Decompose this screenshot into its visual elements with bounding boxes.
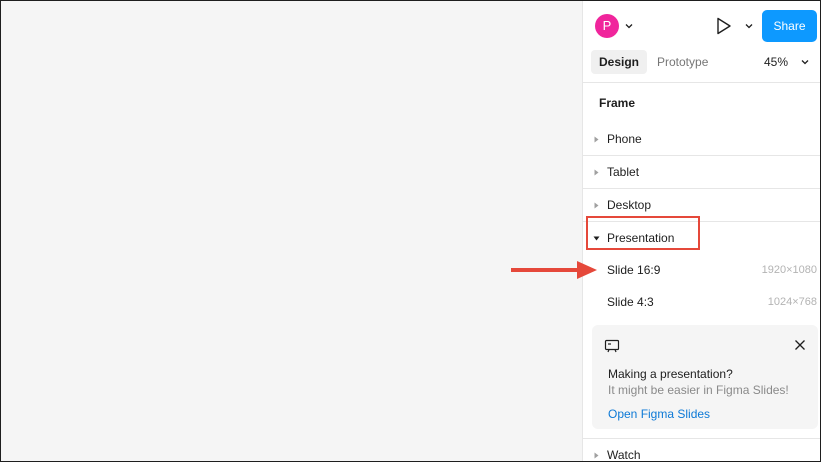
preset-label: Slide 16:9 <box>607 263 661 277</box>
open-figma-slides-link[interactable]: Open Figma Slides <box>608 407 710 421</box>
preset-slide-16-9[interactable]: Slide 16:9 1920×1080 <box>583 254 820 287</box>
caret-right-icon <box>592 439 600 461</box>
annotation-arrow <box>511 261 597 279</box>
preset-label: Slide 4:3 <box>607 295 654 309</box>
app-window: P Share Design Prototype 45% Frame Phone… <box>0 0 821 462</box>
zoom-level[interactable]: 45% <box>764 50 788 74</box>
section-title-frame: Frame <box>599 96 636 110</box>
preset-group-label: Tablet <box>607 165 640 179</box>
preset-group-label: Phone <box>607 132 642 146</box>
avatar[interactable]: P <box>595 14 619 38</box>
chevron-down-icon[interactable] <box>800 57 810 67</box>
tab-prototype[interactable]: Prototype <box>649 50 716 74</box>
preset-group-tablet[interactable]: Tablet <box>583 156 820 189</box>
panel-toolbar: P Share <box>583 1 820 49</box>
figma-slides-callout: Making a presentation? It might be easie… <box>592 325 818 429</box>
chevron-down-icon[interactable] <box>744 21 754 31</box>
preset-slide-4-3[interactable]: Slide 4:3 1024×768 <box>583 286 820 319</box>
share-button[interactable]: Share <box>762 10 817 42</box>
divider <box>583 82 820 83</box>
caret-right-icon <box>592 156 600 189</box>
close-icon[interactable] <box>794 339 806 354</box>
panel-tabs: Design Prototype 45% <box>583 49 820 79</box>
callout-title: Making a presentation? <box>608 367 733 381</box>
annotation-highlight-box <box>586 216 700 250</box>
preset-group-phone[interactable]: Phone <box>583 123 820 156</box>
chevron-down-icon[interactable] <box>624 21 634 31</box>
presentation-icon <box>604 339 620 356</box>
callout-subtitle: It might be easier in Figma Slides! <box>608 383 789 397</box>
preset-size: 1920×1080 <box>761 264 817 276</box>
preset-group-label: Watch <box>607 448 641 462</box>
tab-design[interactable]: Design <box>591 50 648 74</box>
caret-right-icon <box>592 123 600 156</box>
preset-group-watch[interactable]: Watch <box>583 439 820 462</box>
canvas[interactable] <box>1 1 582 461</box>
play-icon[interactable] <box>716 17 732 35</box>
preset-size: 1024×768 <box>767 296 817 308</box>
